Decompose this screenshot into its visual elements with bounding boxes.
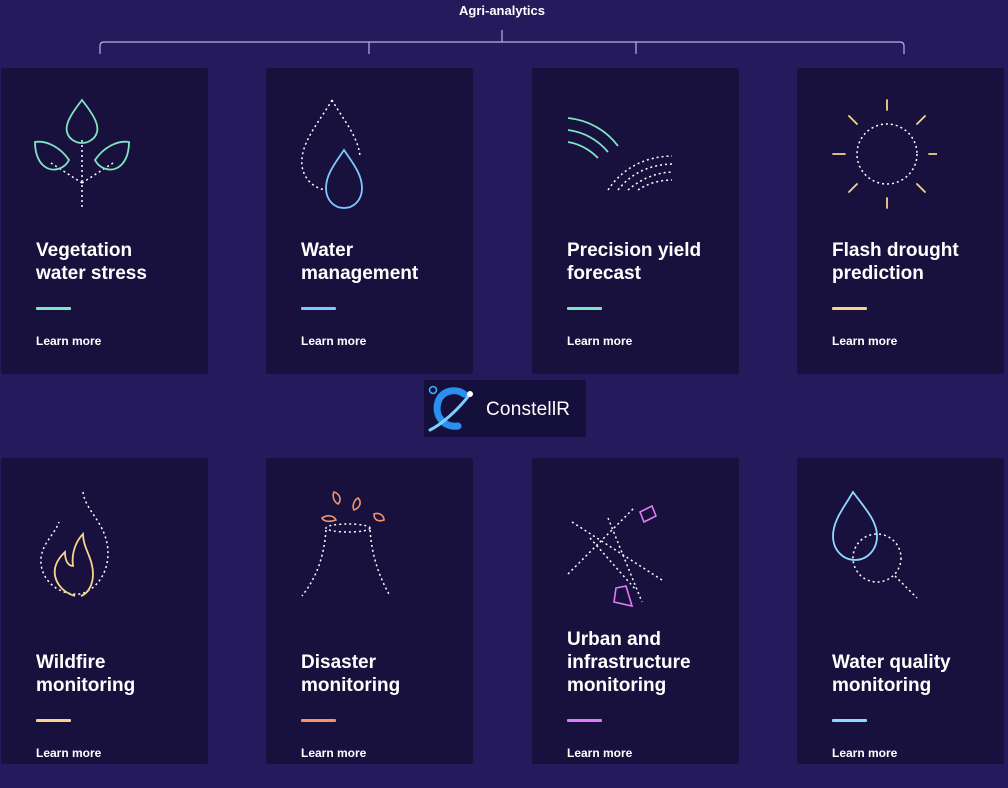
- leaf-sprout-icon: [34, 98, 130, 208]
- learn-more-link[interactable]: Learn more: [301, 746, 366, 760]
- field-rows-icon: [567, 117, 672, 191]
- accent-bar: [567, 719, 602, 722]
- accent-bar: [36, 719, 71, 722]
- learn-more-link[interactable]: Learn more: [832, 334, 897, 348]
- card-urban-infrastructure-monitoring[interactable]: Urban and infrastructure monitoring Learn …: [532, 458, 739, 764]
- learn-more-link[interactable]: Learn more: [567, 746, 632, 760]
- card-disaster-monitoring[interactable]: Disaster monitoring Learn more: [266, 458, 473, 764]
- card-title: Urban and infrastructure monitoring: [567, 629, 691, 696]
- card-water-quality-monitoring[interactable]: Water quality monitoring Learn more: [797, 458, 1004, 764]
- card-title: Water management: [301, 240, 419, 284]
- accent-bar: [301, 307, 336, 310]
- water-magnifier-icon: [832, 490, 918, 599]
- section-bracket: [99, 30, 905, 54]
- learn-more-link[interactable]: Learn more: [36, 334, 101, 348]
- accent-bar: [567, 307, 602, 310]
- card-title: Precision yield forecast: [567, 240, 702, 284]
- card-title: Wildfire monitoring: [36, 652, 136, 696]
- accent-bar: [832, 307, 867, 310]
- logo-text: ConstellR: [486, 399, 571, 420]
- volcano-icon: [301, 491, 391, 597]
- card-title: Vegetation water stress: [36, 240, 147, 284]
- flame-icon: [40, 491, 109, 597]
- city-map-icon: [567, 504, 663, 608]
- card-title: Water quality monitoring: [832, 652, 951, 696]
- card-water-management[interactable]: Water management Learn more: [266, 68, 473, 374]
- sun-icon: [832, 99, 937, 209]
- learn-more-link[interactable]: Learn more: [301, 334, 366, 348]
- card-flash-drought-prediction[interactable]: Flash drought prediction Learn more: [797, 68, 1004, 374]
- learn-more-link[interactable]: Learn more: [832, 746, 897, 760]
- water-drop-icon: [301, 99, 363, 209]
- accent-bar: [301, 719, 336, 722]
- constellr-logo-icon: [428, 385, 473, 432]
- learn-more-link[interactable]: Learn more: [567, 334, 632, 348]
- constellr-logo: ConstellR: [424, 380, 586, 437]
- card-wildfire-monitoring[interactable]: Wildfire monitoring Learn more: [1, 458, 208, 764]
- card-vegetation-water-stress[interactable]: Vegetation water stress Learn more: [1, 68, 208, 374]
- accent-bar: [36, 307, 71, 310]
- card-precision-yield-forecast[interactable]: Precision yield forecast Learn more: [532, 68, 739, 374]
- card-title: Disaster monitoring: [301, 652, 401, 696]
- learn-more-link[interactable]: Learn more: [36, 746, 101, 760]
- accent-bar: [832, 719, 867, 722]
- card-title: Flash drought prediction: [832, 240, 959, 284]
